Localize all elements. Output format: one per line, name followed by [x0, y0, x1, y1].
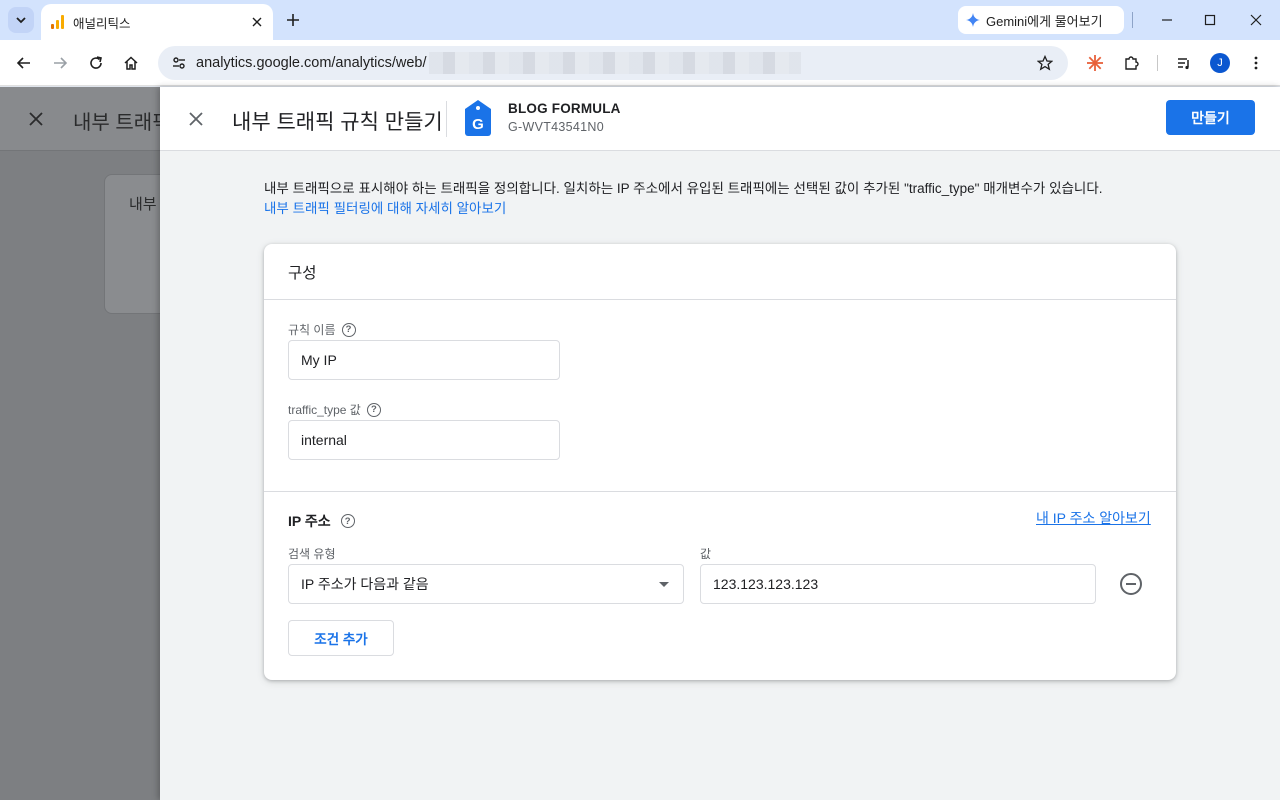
rule-name-label-text: 규칙 이름: [288, 323, 336, 337]
chevron-down-icon: [16, 17, 26, 24]
ip-address-section-title: IP 주소 ?: [288, 511, 355, 531]
panel-title: 내부 트래픽 규칙 만들기: [232, 111, 443, 134]
url-redacted: [428, 52, 801, 74]
header-divider: [446, 101, 447, 137]
minimize-icon: [1162, 19, 1172, 21]
close-icon: [189, 112, 203, 126]
reload-icon: [90, 56, 102, 69]
gemini-sparkle-icon: [966, 13, 980, 27]
traffic-type-label-text: traffic_type 값: [288, 403, 361, 417]
tune-icon: [173, 57, 185, 69]
media-control-button[interactable]: [1172, 51, 1196, 75]
home-button[interactable]: [119, 51, 143, 75]
url-text: analytics.google.com/analytics/web/: [196, 55, 427, 71]
puzzle-icon: [1125, 56, 1139, 70]
minimize-button[interactable]: [1144, 6, 1190, 34]
maximize-icon: [1204, 14, 1216, 26]
configuration-card: 구성 규칙 이름 ? My IP traffic_type 값 ? intern…: [264, 244, 1176, 680]
background-card-text: 내부: [129, 196, 157, 213]
arrow-right-icon: [54, 57, 68, 69]
svg-text:G: G: [472, 116, 484, 133]
extensions-button[interactable]: [1119, 51, 1143, 75]
sunburst-extension-icon: [1087, 55, 1103, 71]
help-icon[interactable]: ?: [366, 402, 381, 417]
close-icon: [1250, 14, 1262, 26]
browser-toolbar: analytics.google.com/analytics/web/ J: [0, 40, 1280, 86]
card-title: 구성: [288, 265, 317, 282]
create-button[interactable]: 만들기: [1166, 100, 1255, 135]
rule-name-input[interactable]: My IP: [288, 340, 560, 380]
home-icon: [124, 56, 138, 70]
background-title: 내부 트래픽: [73, 112, 171, 134]
learn-more-link[interactable]: 내부 트래픽 필터링에 대해 자세히 알아보기: [264, 197, 506, 217]
playlist-icon: [1178, 58, 1189, 70]
plus-icon: [287, 14, 299, 26]
new-tab-button[interactable]: [282, 9, 304, 31]
gemini-label: Gemini에게 물어보기: [986, 13, 1103, 29]
match-type-value: IP 주소가 다음과 같음: [301, 576, 429, 592]
maximize-button[interactable]: [1187, 6, 1233, 34]
window-close-button[interactable]: [1233, 6, 1279, 34]
site-info-button[interactable]: [168, 52, 190, 74]
star-icon: [1037, 55, 1053, 71]
address-bar[interactable]: analytics.google.com/analytics/web/: [158, 46, 1068, 80]
reload-button[interactable]: [84, 51, 108, 75]
match-type-label: 검색 유형: [288, 547, 336, 561]
panel-description: 내부 트래픽으로 표시해야 하는 트래픽을 정의합니다. 일치하는 IP 주소에…: [264, 181, 1103, 196]
remove-circle-icon: [1126, 583, 1136, 585]
close-icon: [29, 112, 43, 126]
profile-avatar[interactable]: J: [1210, 53, 1230, 73]
panel-close-button[interactable]: [184, 107, 208, 131]
close-icon: [252, 17, 262, 27]
property-id: G-WVT43541N0: [508, 120, 604, 134]
browser-tabstrip: 애널리틱스 Gemini에게 물어보기: [0, 0, 1280, 40]
traffic-type-label: traffic_type 값 ?: [288, 401, 381, 418]
find-my-ip-link[interactable]: 내 IP 주소 알아보기: [1036, 508, 1151, 528]
ip-value-label: 값: [700, 547, 712, 561]
remove-condition-button[interactable]: [1120, 573, 1142, 595]
card-divider: [264, 299, 1176, 300]
browser-menu-button[interactable]: [1244, 51, 1268, 75]
ip-section-title-text: IP 주소: [288, 513, 331, 529]
help-icon[interactable]: ?: [340, 514, 355, 528]
arrow-left-icon: [16, 57, 30, 69]
section-divider: [264, 491, 1176, 492]
tabstrip-divider: [1132, 12, 1133, 28]
help-icon[interactable]: ?: [341, 322, 356, 337]
data-stream-tag-icon: G: [465, 100, 491, 136]
dropdown-arrow-icon: [659, 582, 669, 587]
tab-search-button[interactable]: [8, 7, 34, 33]
browser-tab-analytics[interactable]: 애널리틱스: [41, 4, 273, 40]
forward-button[interactable]: [48, 51, 72, 75]
match-type-select[interactable]: IP 주소가 다음과 같음: [288, 564, 684, 604]
background-close-button: [24, 107, 48, 131]
create-internal-traffic-rule-panel: 내부 트래픽 규칙 만들기 G BLOG FORMULA G-WVT43541N…: [160, 87, 1280, 800]
analytics-logo-icon: [51, 15, 65, 29]
gemini-button[interactable]: Gemini에게 물어보기: [958, 6, 1124, 34]
traffic-type-input[interactable]: internal: [288, 420, 560, 460]
more-vert-icon: [1254, 56, 1258, 70]
panel-header: 내부 트래픽 규칙 만들기 G BLOG FORMULA G-WVT43541N…: [160, 87, 1280, 151]
rule-name-label: 규칙 이름 ?: [288, 321, 356, 338]
property-name: BLOG FORMULA: [508, 101, 621, 116]
add-condition-button[interactable]: 조건 추가: [288, 620, 394, 656]
tab-close-button[interactable]: [247, 12, 267, 32]
back-button[interactable]: [12, 51, 36, 75]
tab-title: 애널리틱스: [73, 16, 131, 31]
bookmark-button[interactable]: [1034, 52, 1056, 74]
extension-sparkle-button[interactable]: [1083, 51, 1107, 75]
ip-address-input[interactable]: 123.123.123.123: [700, 564, 1096, 604]
toolbar-divider: [1157, 55, 1158, 71]
